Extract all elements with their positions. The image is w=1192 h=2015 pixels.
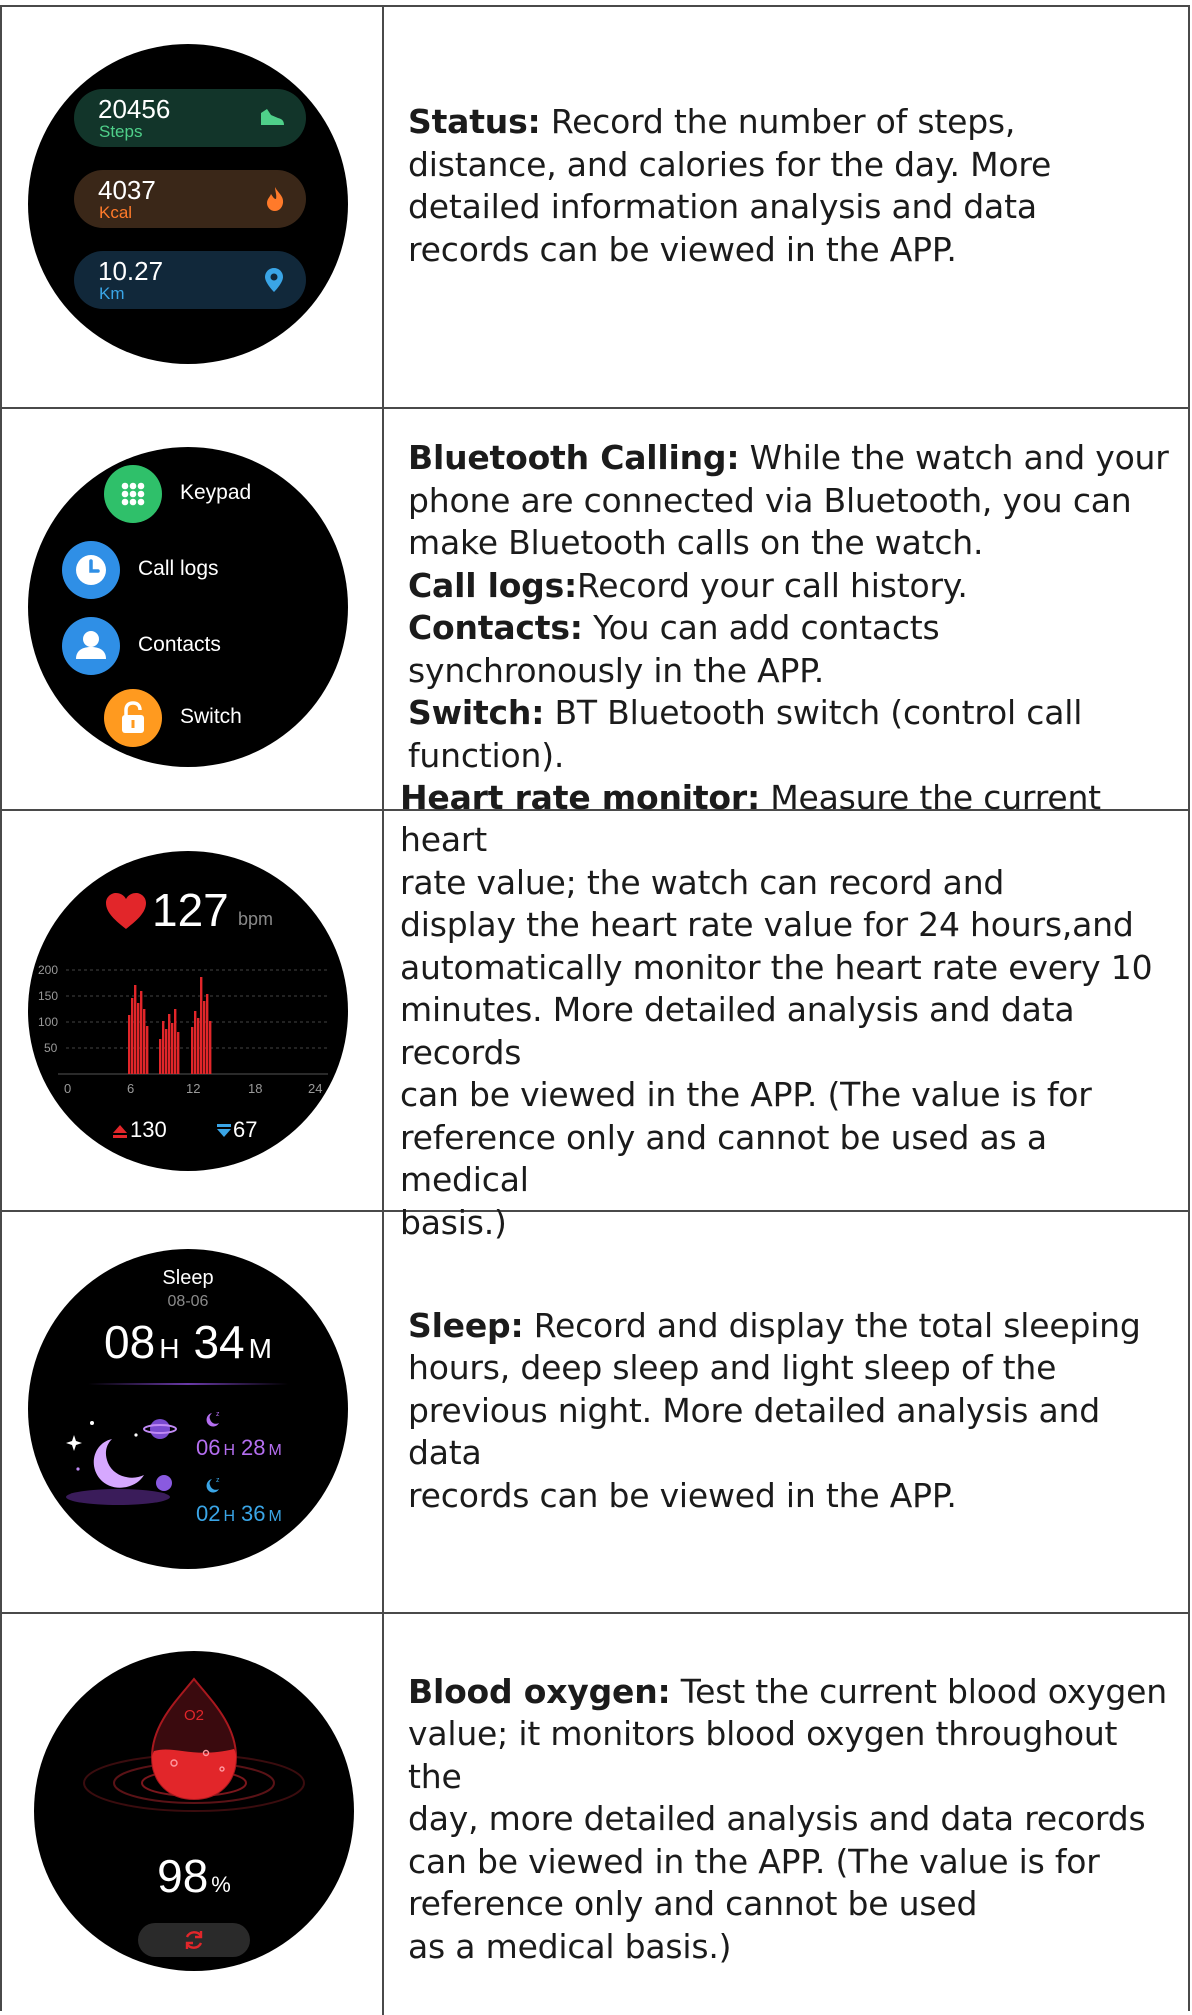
heart-rate-watch-cell: 127 bpm 200 150 100 50 0 6 12 18 24 130 … bbox=[2, 811, 382, 1210]
deep-sleep-icon: z bbox=[206, 1411, 220, 1427]
table-row-status: 20456 Steps 4037 Kcal 10.27 Km Status: R… bbox=[2, 7, 1188, 409]
sleep-watch-face: Sleep 08-06 08 H 34 M z 06 H 28 M z 02 H… bbox=[28, 1249, 348, 1569]
svg-text:z: z bbox=[216, 1477, 220, 1484]
table-row-heart-rate: 127 bpm 200 150 100 50 0 6 12 18 24 130 … bbox=[2, 778, 1188, 1242]
steps-value: 20456 bbox=[98, 94, 171, 124]
sleep-desc-title: Sleep: bbox=[408, 1305, 524, 1345]
x-tick-label: 24 bbox=[308, 1081, 323, 1096]
moon-planet-icon bbox=[66, 1419, 177, 1505]
blood-oxygen-unit: % bbox=[211, 1872, 231, 1897]
blood-oxygen-description: Blood oxygen: Test the current blood oxy… bbox=[408, 1671, 1167, 1966]
light-sleep-value: 02 H 36 M bbox=[196, 1501, 282, 1526]
shoe-icon bbox=[261, 109, 284, 125]
max-heart-rate: 130 bbox=[130, 1117, 167, 1142]
sleep-minutes: 34 bbox=[193, 1316, 245, 1368]
steps-label: Steps bbox=[99, 122, 143, 141]
kcal-card: 4037 Kcal bbox=[74, 170, 306, 228]
drop-label: O2 bbox=[183, 1707, 204, 1724]
bluetooth-title: Bluetooth Calling: bbox=[408, 438, 740, 477]
heart-rate-title: Heart rate monitor: bbox=[400, 777, 760, 817]
svg-text:z: z bbox=[216, 1411, 220, 1418]
sleep-hours: 08 bbox=[104, 1316, 156, 1368]
sleep-divider bbox=[88, 1383, 288, 1385]
person-icon bbox=[76, 631, 106, 659]
sleep-watch-cell: Sleep 08-06 08 H 34 M z 06 H 28 M z 02 H… bbox=[2, 1212, 382, 1612]
sleep-total: 08 H 34 M bbox=[28, 1315, 348, 1369]
kcal-label: Kcal bbox=[99, 203, 133, 222]
feature-table: 20456 Steps 4037 Kcal 10.27 Km Status: R… bbox=[0, 5, 1190, 2015]
blood-oxygen-watch-cell: O2 98% bbox=[2, 1614, 382, 2015]
flame-icon bbox=[267, 187, 284, 211]
switch-title: Switch: bbox=[408, 693, 545, 732]
kcal-value: 4037 bbox=[98, 175, 156, 205]
keypad-icon bbox=[121, 482, 145, 506]
keypad-label: Keypad bbox=[180, 481, 252, 504]
switch-menu-item bbox=[104, 689, 162, 747]
min-heart-rate: 67 bbox=[233, 1117, 258, 1142]
blood-oxygen-value: 98 bbox=[157, 1850, 209, 1902]
status-watch-cell: 20456 Steps 4037 Kcal 10.27 Km bbox=[2, 7, 382, 407]
table-row-sleep: Sleep 08-06 08 H 34 M z 06 H 28 M z 02 H… bbox=[2, 1212, 1188, 1614]
heart-rate-description-cell: Heart rate monitor: Measure the current … bbox=[384, 778, 1188, 1242]
lock-icon bbox=[122, 701, 144, 733]
sleep-hours-unit: H bbox=[159, 1333, 180, 1364]
remeasure-button[interactable] bbox=[138, 1923, 250, 1957]
max-arrow-icon bbox=[113, 1125, 127, 1138]
switch-label: Switch bbox=[180, 705, 242, 728]
bluetooth-watch-cell: Keypad Call logs Contacts Switch bbox=[2, 409, 382, 809]
location-pin-icon bbox=[265, 268, 283, 292]
heart-rate-description: Heart rate monitor: Measure the current … bbox=[400, 777, 1153, 1242]
sleep-date: 08-06 bbox=[167, 1293, 209, 1310]
bluetooth-watch-face: Keypad Call logs Contacts Switch bbox=[28, 447, 348, 767]
distance-label: Km bbox=[99, 284, 125, 303]
sleep-description: Sleep: Record and display the total slee… bbox=[408, 1305, 1141, 1515]
distance-card: 10.27 Km bbox=[74, 251, 306, 309]
clock-icon bbox=[76, 555, 106, 585]
status-watch-face: 20456 Steps 4037 Kcal 10.27 Km bbox=[28, 44, 348, 364]
x-tick-label: 6 bbox=[127, 1081, 135, 1096]
sleep-title: Sleep bbox=[162, 1267, 214, 1289]
bluetooth-description-cell: Bluetooth Calling: While the watch and y… bbox=[384, 409, 1188, 809]
blood-oxygen-reading: 98% bbox=[34, 1849, 354, 1903]
light-sleep-icon: z bbox=[206, 1477, 220, 1493]
blood-oxygen-watch-face: O2 98% bbox=[34, 1651, 354, 1971]
min-arrow-icon bbox=[217, 1124, 231, 1137]
contacts-label: Contacts bbox=[138, 633, 221, 656]
call-logs-label: Call logs bbox=[138, 557, 219, 580]
table-row-bluetooth: Keypad Call logs Contacts Switch Bluetoo… bbox=[2, 409, 1188, 811]
steps-card: 20456 Steps bbox=[74, 89, 306, 147]
x-tick-label: 18 bbox=[248, 1081, 263, 1096]
sleep-description-cell: Sleep: Record and display the total slee… bbox=[384, 1212, 1188, 1612]
deep-sleep-value: 06 H 28 M bbox=[196, 1435, 282, 1460]
distance-value: 10.27 bbox=[98, 256, 164, 286]
heart-rate-chart bbox=[58, 969, 328, 1075]
contacts-title: Contacts: bbox=[408, 608, 583, 647]
heart-rate-watch-face: 127 bpm 200 150 100 50 0 6 12 18 24 130 … bbox=[28, 851, 348, 1171]
call-logs-title: Call logs: bbox=[408, 565, 578, 605]
contacts-menu-item bbox=[62, 617, 120, 675]
x-tick-label: 0 bbox=[64, 1081, 72, 1096]
refresh-icon bbox=[185, 1931, 203, 1949]
x-tick-label: 12 bbox=[186, 1081, 201, 1096]
blood-oxygen-title: Blood oxygen: bbox=[408, 1671, 671, 1711]
status-description: Status: Record the number of steps, dist… bbox=[408, 102, 1052, 269]
status-title: Status: bbox=[408, 102, 541, 141]
keypad-menu-item bbox=[104, 465, 162, 523]
table-row-blood-oxygen: O2 98% Blood oxygen: Test the current bl… bbox=[2, 1614, 1188, 2015]
status-description-cell: Status: Record the number of steps, dist… bbox=[384, 7, 1188, 407]
blood-oxygen-description-cell: Blood oxygen: Test the current blood oxy… bbox=[384, 1614, 1188, 2015]
call-logs-menu-item bbox=[62, 541, 120, 599]
blood-drop-icon bbox=[83, 1677, 305, 1812]
sleep-minutes-unit: M bbox=[248, 1333, 272, 1364]
bluetooth-description: Bluetooth Calling: While the watch and y… bbox=[408, 438, 1169, 775]
